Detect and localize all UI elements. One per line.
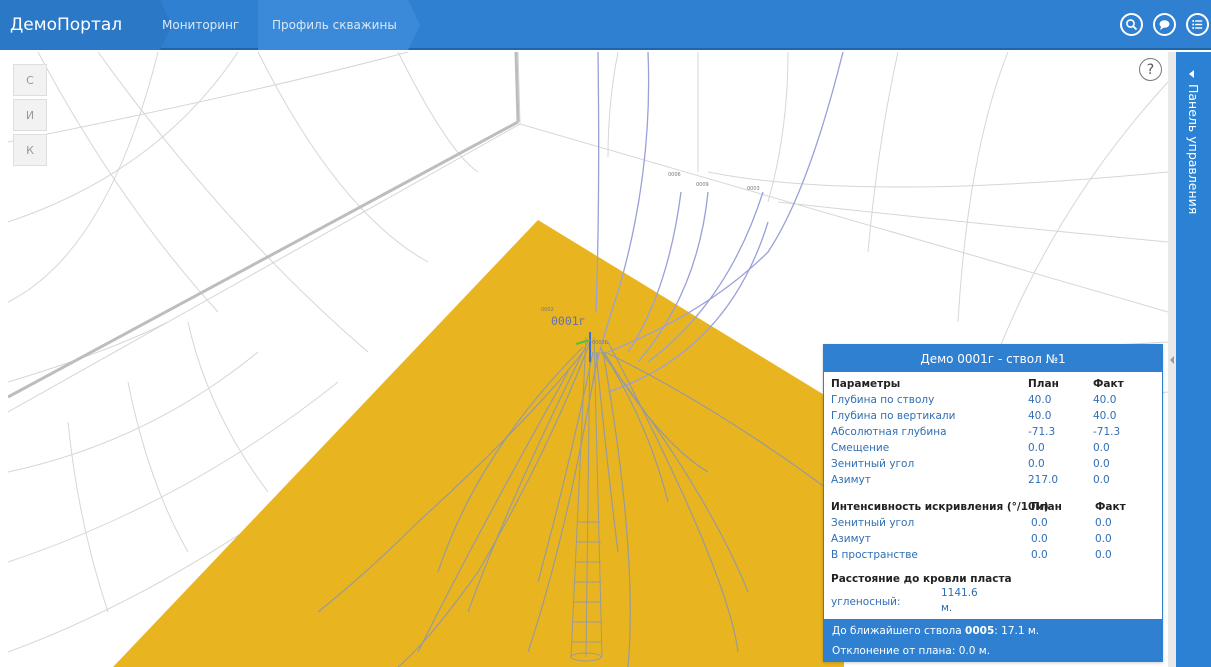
distance-value-row: 1141.6 bbox=[831, 587, 1151, 603]
curvature-name: Зенитный угол bbox=[831, 517, 915, 529]
well-label: 0002 bbox=[541, 307, 554, 313]
well-label: 0003Б bbox=[592, 340, 609, 346]
view-top-button[interactable]: С bbox=[13, 64, 47, 96]
curvature-plan: 0.0 bbox=[1031, 549, 1048, 561]
nearest-well-prefix: До ближайшего ствола bbox=[832, 625, 966, 637]
view-iso-button[interactable]: И bbox=[13, 99, 47, 131]
param-row: Абсолютная глубина -71.3 -71.3 bbox=[831, 426, 1151, 442]
param-fact: 0.0 bbox=[1093, 458, 1110, 470]
param-name: Зенитный угол bbox=[831, 458, 915, 470]
param-row: Зенитный угол 0.0 0.0 bbox=[831, 458, 1151, 474]
distance-unit: м. bbox=[941, 602, 953, 614]
distance-header-label: Расстояние до кровли пласта bbox=[831, 573, 1012, 585]
card-title: Демо 0001г - ствол №1 bbox=[824, 345, 1162, 372]
curvature-fact: 0.0 bbox=[1095, 533, 1112, 545]
breadcrumb-well-profile[interactable]: Профиль скважины bbox=[258, 0, 408, 50]
param-plan: 0.0 bbox=[1028, 458, 1045, 470]
curvature-plan: 0.0 bbox=[1031, 533, 1048, 545]
curvature-row: Зенитный угол 0.0 0.0 bbox=[831, 517, 1151, 533]
plan-deviation: Отклонение от плана: 0.0 м. bbox=[832, 645, 991, 657]
plan-header: План bbox=[1031, 501, 1062, 513]
curvature-fact: 0.0 bbox=[1095, 517, 1112, 529]
well-label-main[interactable]: 0001г bbox=[551, 314, 586, 328]
param-name: Глубина по стволу bbox=[831, 394, 935, 406]
param-plan: 40.0 bbox=[1028, 410, 1052, 422]
param-name: Смещение bbox=[831, 442, 890, 454]
curvature-plan: 0.0 bbox=[1031, 517, 1048, 529]
distance-unit-row: м. bbox=[831, 602, 1151, 618]
param-row: Азимут 217.0 0.0 bbox=[831, 474, 1151, 490]
expand-arrow-icon bbox=[1189, 70, 1194, 78]
breadcrumb-home[interactable]: ДемоПортал bbox=[0, 0, 160, 50]
nearest-well-id[interactable]: 0005 bbox=[965, 625, 994, 637]
control-panel-label: Панель управления bbox=[1186, 84, 1201, 215]
fact-header: Факт bbox=[1095, 501, 1126, 513]
view-camera-button[interactable]: К bbox=[13, 134, 47, 166]
curvature-fact: 0.0 bbox=[1095, 549, 1112, 561]
well-label: 0006 bbox=[668, 172, 681, 178]
param-row: Смещение 0.0 0.0 bbox=[831, 442, 1151, 458]
chat-icon[interactable] bbox=[1153, 13, 1176, 36]
search-icon[interactable] bbox=[1120, 13, 1143, 36]
card-footer: До ближайшего ствола 0005: 17.1 м. Откло… bbox=[824, 619, 1162, 661]
distance-value: 1141.6 bbox=[941, 587, 978, 599]
formation-surface bbox=[113, 220, 844, 667]
list-icon[interactable] bbox=[1186, 13, 1209, 36]
fact-header: Факт bbox=[1093, 378, 1124, 390]
curvature-name: В пространстве bbox=[831, 549, 918, 561]
param-name: Азимут bbox=[831, 474, 871, 486]
params-header: Параметры План Факт bbox=[831, 378, 1151, 394]
param-fact: 0.0 bbox=[1093, 474, 1110, 486]
control-panel-toggle[interactable]: Панель управления bbox=[1176, 52, 1211, 667]
param-name: Абсолютная глубина bbox=[831, 426, 947, 438]
top-bar: ДемоПортал Мониторинг Профиль скважины bbox=[0, 0, 1211, 50]
param-plan: 0.0 bbox=[1028, 442, 1045, 454]
breadcrumb-separator bbox=[408, 0, 420, 50]
curvature-header-label: Интенсивность искривления (°/10м) bbox=[831, 501, 1049, 513]
well-label: 0003 bbox=[747, 186, 760, 192]
param-plan: 40.0 bbox=[1028, 394, 1052, 406]
nearest-well-distance: : 17.1 м. bbox=[994, 625, 1040, 637]
param-plan: 217.0 bbox=[1028, 474, 1059, 486]
param-fact: 40.0 bbox=[1093, 394, 1117, 406]
param-name: Глубина по вертикали bbox=[831, 410, 956, 422]
nearest-well-line: До ближайшего ствола 0005: 17.1 м. bbox=[832, 625, 1039, 637]
param-row: Глубина по вертикали 40.0 40.0 bbox=[831, 410, 1151, 426]
breadcrumb-monitoring[interactable]: Мониторинг bbox=[150, 0, 260, 50]
app-window: ДемоПортал Мониторинг Профиль скважины 0… bbox=[0, 0, 1211, 667]
curvature-name: Азимут bbox=[831, 533, 871, 545]
param-plan: -71.3 bbox=[1028, 426, 1056, 438]
help-button[interactable]: ? bbox=[1139, 58, 1162, 81]
well-label: 0009 bbox=[696, 182, 709, 188]
param-row: Глубина по стволу 40.0 40.0 bbox=[831, 394, 1151, 410]
curvature-row: Азимут 0.0 0.0 bbox=[831, 533, 1151, 549]
curvature-row: В пространстве 0.0 0.0 bbox=[831, 549, 1151, 565]
param-fact: 40.0 bbox=[1093, 410, 1117, 422]
curvature-header: Интенсивность искривления (°/10м) План Ф… bbox=[831, 501, 1151, 517]
collapse-arrow-icon[interactable] bbox=[1170, 356, 1174, 364]
well-info-card: Демо 0001г - ствол №1 Параметры План Фак… bbox=[823, 344, 1163, 662]
plan-header: План bbox=[1028, 378, 1059, 390]
params-header-label: Параметры bbox=[831, 378, 901, 390]
param-fact: 0.0 bbox=[1093, 442, 1110, 454]
param-fact: -71.3 bbox=[1093, 426, 1121, 438]
